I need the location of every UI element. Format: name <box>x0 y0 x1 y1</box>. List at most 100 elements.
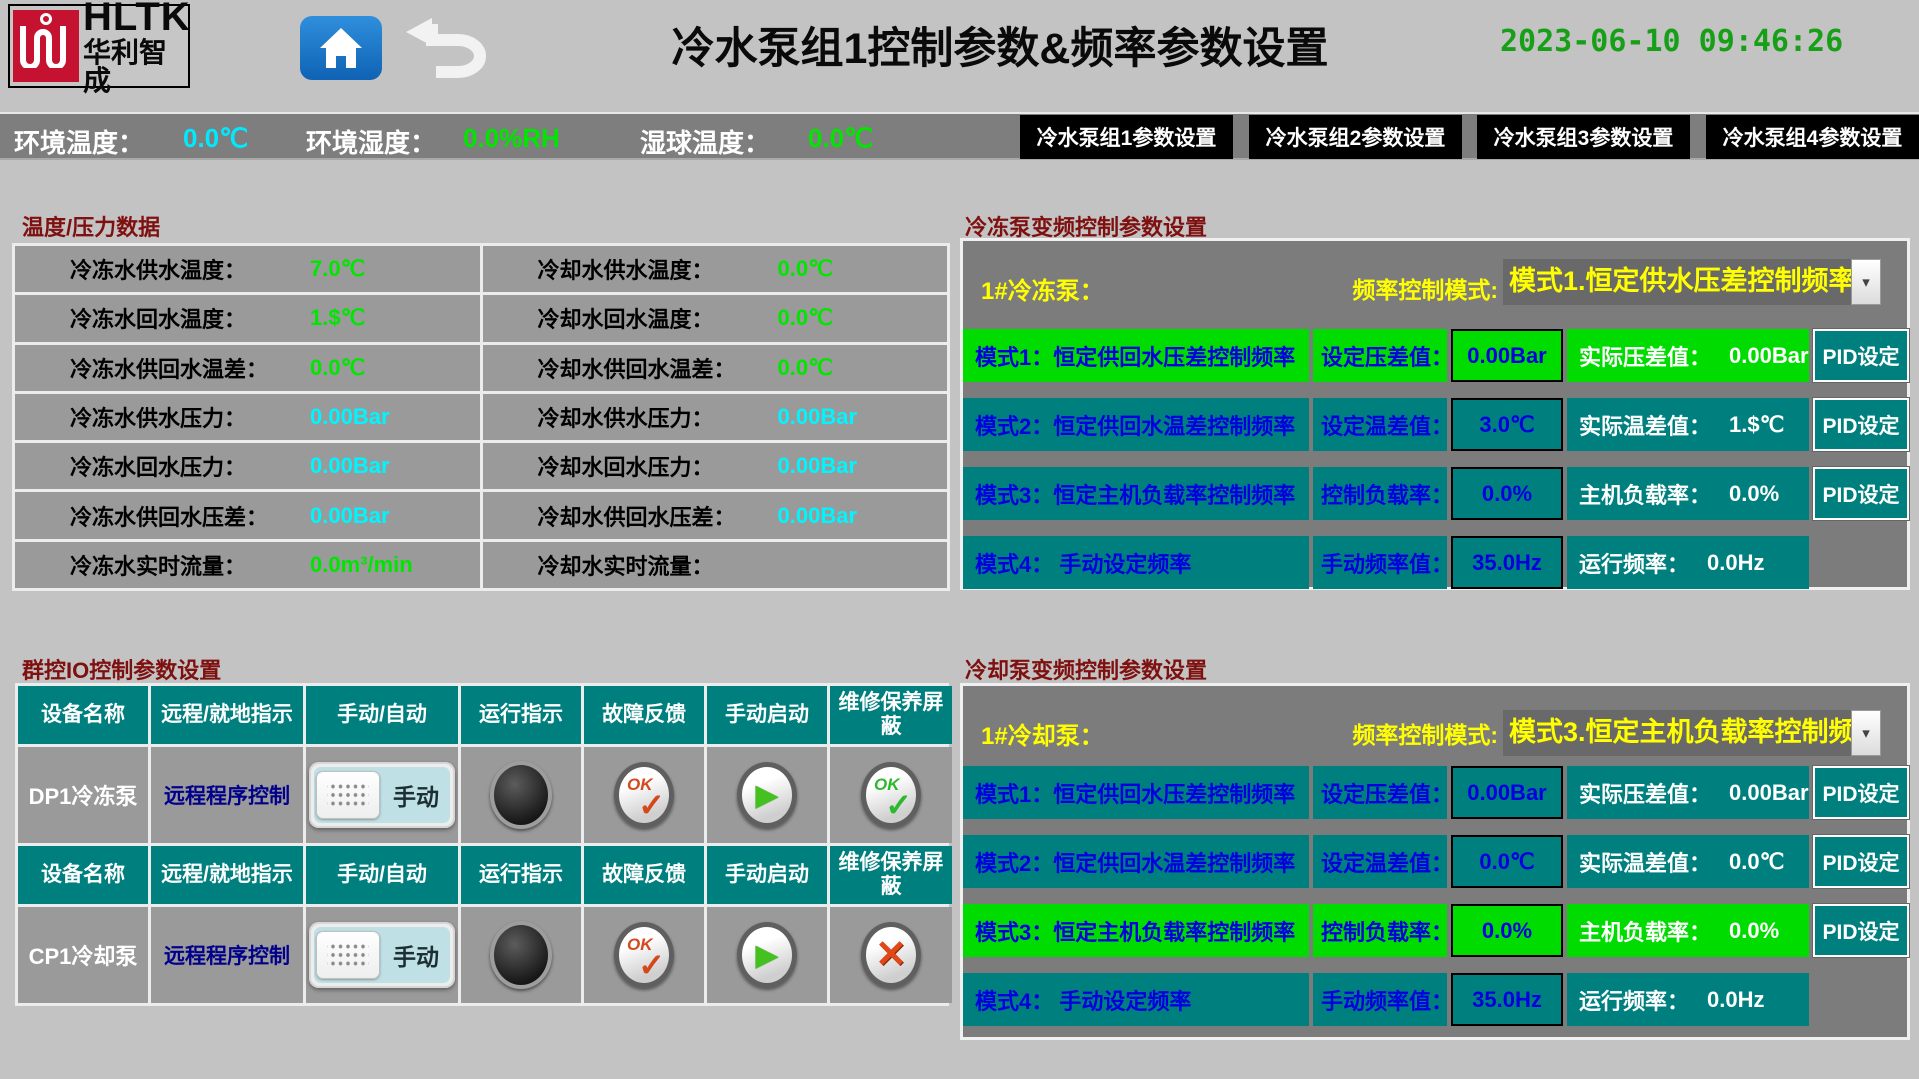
set-value-input[interactable]: 35.0Hz <box>1451 973 1563 1026</box>
freq-mode-row: 模式1：恒定供回水压差控制频率 设定压差值： 0.00Bar 实际压差值：0.0… <box>963 329 1907 382</box>
logo-wave-icon <box>13 10 79 82</box>
set-value-input[interactable]: 35.0Hz <box>1451 536 1563 589</box>
io-header-remote: 远程/就地指示 <box>151 846 303 904</box>
nav-pump-group4-button[interactable]: 冷水泵组4参数设置 <box>1706 115 1919 159</box>
set-value-input[interactable]: 0.0% <box>1451 904 1563 957</box>
freq-mode-row: 模式2：恒定供回水温差控制频率 设定温差值： 0.0℃ 实际温差值：0.0℃ P… <box>963 835 1907 888</box>
freq-mode-dropdown[interactable]: 模式1.恒定供水压差控制频率 <box>1503 259 1881 305</box>
manual-auto-toggle[interactable]: 手动 <box>309 762 455 828</box>
io-header-device: 设备名称 <box>18 686 148 744</box>
maintenance-ok-check-icon[interactable]: OK✓ <box>861 762 921 828</box>
mode3-button[interactable]: 模式3：恒定主机负载率控制频率 <box>963 904 1309 957</box>
set-value-label: 控制负载率： <box>1313 904 1447 957</box>
pid-setting-button[interactable]: PID设定 <box>1813 467 1909 520</box>
freq-mode-label: 频率控制模式: <box>1283 271 1498 305</box>
set-value-input[interactable]: 0.0% <box>1451 467 1563 520</box>
param-value: 0.0℃ <box>778 256 833 282</box>
fault-feedback-cell: OK✓ <box>584 747 704 843</box>
run-indicator-lamp <box>490 921 552 989</box>
mode4-button[interactable]: 模式4： 手动设定频率 <box>963 973 1309 1026</box>
pid-setting-button[interactable]: PID设定 <box>1813 904 1909 957</box>
maintenance-x-icon[interactable]: ✕ <box>861 922 921 988</box>
param-label: 冷冻水供水温度： <box>15 253 310 285</box>
freq-mode-selected: 模式3.恒定主机负载率控制频率 <box>1503 710 1851 756</box>
table-row: 冷却水供水温度：0.0℃ <box>483 246 948 292</box>
logo-brand-text: HLTK <box>83 0 191 37</box>
mode1-button[interactable]: 模式1：恒定供回水压差控制频率 <box>963 329 1309 382</box>
set-value-label: 设定压差值： <box>1313 329 1447 382</box>
actual-value-cell: 主机负载率：0.0% <box>1567 467 1809 520</box>
table-row: 冷却水回水温度：0.0℃ <box>483 295 948 341</box>
play-icon[interactable]: ▶ <box>737 922 797 988</box>
freq-mode-dropdown[interactable]: 模式3.恒定主机负载率控制频率 <box>1503 710 1881 756</box>
mode4-button[interactable]: 模式4： 手动设定频率 <box>963 536 1309 589</box>
io-header-run: 运行指示 <box>461 846 581 904</box>
param-label: 冷冻水供回水压差： <box>15 500 310 532</box>
cooling-freq-panel: 1#冷却泵： 频率控制模式: 模式3.恒定主机负载率控制频率 模式1：恒定供回水… <box>960 683 1910 1040</box>
param-label: 冷却水供回水压差： <box>483 500 778 532</box>
param-value: 7.0℃ <box>310 256 365 282</box>
param-value: 0.0℃ <box>310 355 365 381</box>
fault-ok-check-icon[interactable]: OK✓ <box>614 922 674 988</box>
freq-mode-row: 模式3：恒定主机负载率控制频率 控制负载率： 0.0% 主机负载率：0.0% P… <box>963 467 1907 520</box>
cooling-pump-label: 1#冷却泵： <box>981 716 1104 751</box>
io-header-maintenance: 维修保养屏蔽 <box>830 686 952 744</box>
pid-setting-button[interactable]: PID设定 <box>1813 398 1909 451</box>
manual-auto-toggle[interactable]: 手动 <box>309 922 455 988</box>
set-value-input[interactable]: 0.00Bar <box>1451 329 1563 382</box>
mode3-button[interactable]: 模式3：恒定主机负载率控制频率 <box>963 467 1309 520</box>
set-value-label: 设定温差值： <box>1313 835 1447 888</box>
chevron-down-icon[interactable] <box>1851 259 1881 305</box>
fault-ok-check-icon[interactable]: OK✓ <box>614 762 674 828</box>
ambient-humidity-value: 0.0%RH <box>463 123 560 154</box>
run-indicator-cell <box>461 747 581 843</box>
back-button[interactable] <box>400 18 496 80</box>
nav-pump-group3-button[interactable]: 冷水泵组3参数设置 <box>1477 115 1690 159</box>
set-value-input[interactable]: 0.0℃ <box>1451 835 1563 888</box>
table-row: 冷却水回水压力：0.00Bar <box>483 443 948 489</box>
ambient-humidity-label: 环境湿度： <box>306 123 436 160</box>
io-header-maintenance: 维修保养屏蔽 <box>830 846 952 904</box>
datetime-display: 2023-06-10 09:46:26 <box>1500 24 1843 59</box>
param-value: 1.$℃ <box>310 305 365 331</box>
back-arrow-icon <box>402 18 494 78</box>
mode1-button[interactable]: 模式1：恒定供回水压差控制频率 <box>963 766 1309 819</box>
freq-mode-label: 频率控制模式: <box>1283 716 1498 750</box>
actual-value-cell: 实际压差值：0.00Bar <box>1567 766 1809 819</box>
pid-placeholder <box>1813 536 1909 589</box>
nav-pump-group2-button[interactable]: 冷水泵组2参数设置 <box>1249 115 1462 159</box>
run-indicator-cell <box>461 907 581 1003</box>
set-value-label: 手动频率值： <box>1313 973 1447 1026</box>
param-value: 0.0℃ <box>778 305 833 331</box>
param-label: 冷却水供回水温差： <box>483 352 778 384</box>
freq-mode-row: 模式4： 手动设定频率 手动频率值： 35.0Hz 运行频率：0.0Hz <box>963 536 1907 589</box>
wetbulb-temp-value: 0.0℃ <box>808 123 873 154</box>
play-icon[interactable]: ▶ <box>737 762 797 828</box>
manual-start-cell: ▶ <box>707 747 827 843</box>
pid-setting-button[interactable]: PID设定 <box>1813 329 1909 382</box>
environment-bar: 环境温度： 0.0℃ 环境湿度： 0.0%RH 湿球温度： 0.0℃ 冷水泵组1… <box>0 112 1919 160</box>
pid-setting-button[interactable]: PID设定 <box>1813 766 1909 819</box>
io-header-manual-auto: 手动/自动 <box>306 846 458 904</box>
freq-mode-selected: 模式1.恒定供水压差控制频率 <box>1503 259 1851 305</box>
mode2-button[interactable]: 模式2：恒定供回水温差控制频率 <box>963 398 1309 451</box>
param-value: 0.00Bar <box>778 453 858 479</box>
io-header-fault: 故障反馈 <box>584 686 704 744</box>
param-value: 0.00Bar <box>310 453 390 479</box>
keypad-icon <box>316 931 380 979</box>
param-label: 冷却水回水压力： <box>483 450 778 482</box>
cooling-freq-section-title: 冷却泵变频控制参数设置 <box>965 653 1207 685</box>
mode2-button[interactable]: 模式2：恒定供回水温差控制频率 <box>963 835 1309 888</box>
logo-company-text: 华利智成 <box>83 39 191 95</box>
param-label: 冷却水供水压力： <box>483 401 778 433</box>
set-value-input[interactable]: 3.0℃ <box>1451 398 1563 451</box>
pid-setting-button[interactable]: PID设定 <box>1813 835 1909 888</box>
freq-mode-row: 模式1：恒定供回水压差控制频率 设定压差值： 0.00Bar 实际压差值：0.0… <box>963 766 1907 819</box>
set-value-input[interactable]: 0.00Bar <box>1451 766 1563 819</box>
home-button[interactable] <box>300 16 382 80</box>
nav-pump-group1-button[interactable]: 冷水泵组1参数设置 <box>1020 115 1233 159</box>
chevron-down-icon[interactable] <box>1851 710 1881 756</box>
chilled-freq-panel: 1#冷冻泵： 频率控制模式: 模式1.恒定供水压差控制频率 模式1：恒定供回水压… <box>960 238 1910 590</box>
table-row: 冷冻水供水压力：0.00Bar <box>15 394 480 440</box>
freq-mode-row: 模式4： 手动设定频率 手动频率值： 35.0Hz 运行频率：0.0Hz <box>963 973 1907 1026</box>
